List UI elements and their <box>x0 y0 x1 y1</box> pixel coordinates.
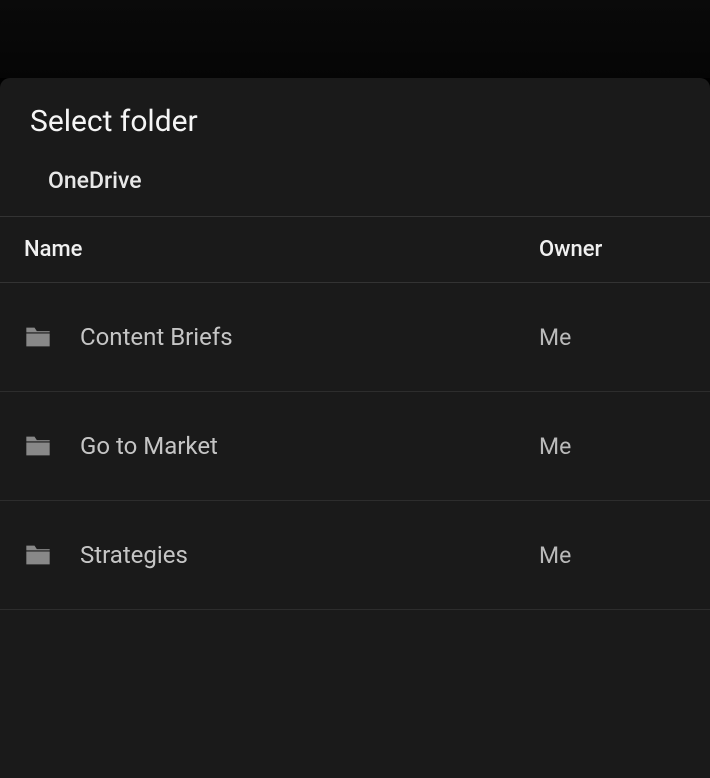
folder-icon <box>24 543 52 567</box>
select-folder-modal: Select folder OneDrive Name Owner Conten… <box>0 78 710 778</box>
folder-name-cell: Go to Market <box>24 432 539 460</box>
folder-row[interactable]: Go to Market Me <box>0 392 710 501</box>
table-header: Name Owner <box>0 216 710 283</box>
folder-icon <box>24 325 52 349</box>
column-header-name[interactable]: Name <box>24 237 539 262</box>
folder-owner: Me <box>539 324 686 351</box>
folder-name-cell: Strategies <box>24 541 539 569</box>
breadcrumb[interactable]: OneDrive <box>0 151 710 216</box>
folder-icon <box>24 434 52 458</box>
folder-row[interactable]: Content Briefs Me <box>0 283 710 392</box>
column-header-owner[interactable]: Owner <box>539 237 686 262</box>
folder-row[interactable]: Strategies Me <box>0 501 710 610</box>
folder-name-cell: Content Briefs <box>24 323 539 351</box>
folder-owner: Me <box>539 542 686 569</box>
folder-label: Strategies <box>80 541 188 569</box>
folder-label: Go to Market <box>80 432 218 460</box>
folder-owner: Me <box>539 433 686 460</box>
folder-label: Content Briefs <box>80 323 233 351</box>
top-bar <box>0 0 710 78</box>
modal-title: Select folder <box>0 78 710 151</box>
